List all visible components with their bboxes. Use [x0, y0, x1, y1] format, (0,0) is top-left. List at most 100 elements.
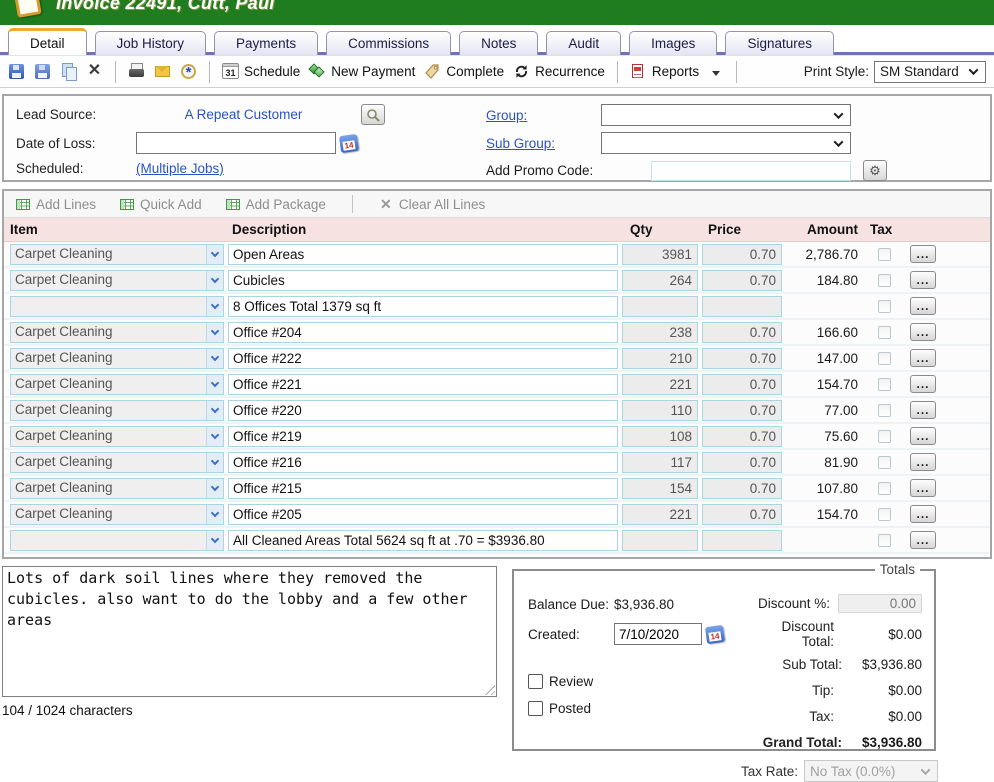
- tax-checkbox[interactable]: [878, 300, 891, 313]
- description-input[interactable]: [228, 244, 618, 265]
- qty-input[interactable]: [622, 374, 698, 395]
- description-input[interactable]: [228, 452, 618, 473]
- price-input[interactable]: [702, 478, 782, 499]
- item-select[interactable]: Carpet Cleaning: [10, 244, 224, 265]
- tab-signatures[interactable]: Signatures: [725, 31, 834, 55]
- tab-job-history[interactable]: Job History: [95, 31, 207, 55]
- row-options-button[interactable]: ...: [910, 297, 936, 315]
- qty-input[interactable]: [622, 478, 698, 499]
- row-options-button[interactable]: ...: [910, 375, 936, 393]
- invoice-notes-textarea[interactable]: Lots of dark soil lines where they remov…: [2, 566, 497, 697]
- description-input[interactable]: [228, 270, 618, 291]
- tab-notes[interactable]: Notes: [459, 31, 538, 55]
- lead-source-link[interactable]: A Repeat Customer: [136, 107, 351, 122]
- price-input[interactable]: [702, 400, 782, 421]
- qty-input[interactable]: [622, 452, 698, 473]
- tab-payments[interactable]: Payments: [214, 31, 318, 55]
- recurrence-button[interactable]: Recurrence: [513, 63, 605, 80]
- date-of-loss-calendar-icon[interactable]: 14: [340, 135, 358, 152]
- tab-commissions[interactable]: Commissions: [326, 31, 451, 55]
- item-select[interactable]: Carpet Cleaning: [10, 322, 224, 343]
- qty-input[interactable]: [622, 530, 698, 551]
- price-input[interactable]: [702, 452, 782, 473]
- tab-images[interactable]: Images: [629, 31, 717, 55]
- row-options-button[interactable]: ...: [910, 479, 936, 497]
- copy-icon[interactable]: [60, 63, 77, 80]
- description-input[interactable]: [228, 374, 618, 395]
- description-input[interactable]: [228, 322, 618, 343]
- email-icon[interactable]: [154, 63, 171, 80]
- qty-input[interactable]: [622, 426, 698, 447]
- save-icon[interactable]: [8, 63, 25, 80]
- qty-input[interactable]: [622, 270, 698, 291]
- reports-dropdown-arrow[interactable]: [708, 62, 724, 81]
- price-input[interactable]: [702, 270, 782, 291]
- tax-checkbox[interactable]: [878, 430, 891, 443]
- row-options-button[interactable]: ...: [910, 531, 936, 549]
- qty-input[interactable]: [622, 400, 698, 421]
- tax-checkbox[interactable]: [878, 326, 891, 339]
- price-input[interactable]: [702, 296, 782, 317]
- delete-icon[interactable]: ✕: [86, 63, 103, 80]
- row-options-button[interactable]: ...: [910, 505, 936, 523]
- item-select[interactable]: Carpet Cleaning: [10, 478, 224, 499]
- item-select[interactable]: Carpet Cleaning: [10, 452, 224, 473]
- schedule-button[interactable]: 31 Schedule: [222, 63, 300, 80]
- tax-rate-select[interactable]: No Tax (0.0%): [804, 760, 938, 782]
- row-options-button[interactable]: ...: [910, 453, 936, 471]
- web-icon[interactable]: [180, 63, 197, 80]
- review-checkbox[interactable]: [528, 674, 543, 689]
- row-options-button[interactable]: ...: [910, 349, 936, 367]
- price-input[interactable]: [702, 322, 782, 343]
- tax-checkbox[interactable]: [878, 378, 891, 391]
- tax-checkbox[interactable]: [878, 352, 891, 365]
- add-lines-button[interactable]: Add Lines: [16, 197, 96, 212]
- item-select[interactable]: [10, 530, 224, 551]
- description-input[interactable]: [228, 426, 618, 447]
- tab-detail[interactable]: Detail: [8, 28, 87, 55]
- row-options-button[interactable]: ...: [910, 401, 936, 419]
- date-of-loss-input[interactable]: [136, 132, 336, 154]
- complete-button[interactable]: Complete: [424, 63, 504, 80]
- item-select[interactable]: Carpet Cleaning: [10, 504, 224, 525]
- tax-checkbox[interactable]: [878, 534, 891, 547]
- sub-group-link[interactable]: Sub Group:: [486, 136, 601, 151]
- tax-checkbox[interactable]: [878, 274, 891, 287]
- print-style-select[interactable]: SM Standard: [874, 61, 986, 83]
- tax-checkbox[interactable]: [878, 508, 891, 521]
- qty-input[interactable]: [622, 244, 698, 265]
- item-select[interactable]: Carpet Cleaning: [10, 270, 224, 291]
- price-input[interactable]: [702, 426, 782, 447]
- description-input[interactable]: [228, 530, 618, 551]
- new-payment-button[interactable]: New Payment: [309, 63, 415, 80]
- item-select[interactable]: Carpet Cleaning: [10, 348, 224, 369]
- price-input[interactable]: [702, 530, 782, 551]
- promo-gear-button[interactable]: ⚙: [863, 160, 887, 181]
- group-select[interactable]: [601, 104, 851, 126]
- price-input[interactable]: [702, 348, 782, 369]
- reports-button[interactable]: Reports: [630, 63, 699, 80]
- description-input[interactable]: [228, 348, 618, 369]
- price-input[interactable]: [702, 374, 782, 395]
- clear-all-lines-button[interactable]: ✕ Clear All Lines: [379, 197, 485, 212]
- item-select[interactable]: Carpet Cleaning: [10, 374, 224, 395]
- item-select[interactable]: Carpet Cleaning: [10, 426, 224, 447]
- qty-input[interactable]: [622, 504, 698, 525]
- scheduled-jobs-link[interactable]: (Multiple Jobs): [136, 161, 224, 176]
- qty-input[interactable]: [622, 322, 698, 343]
- add-package-button[interactable]: Add Package: [226, 197, 326, 212]
- qty-input[interactable]: [622, 348, 698, 369]
- qty-input[interactable]: [622, 296, 698, 317]
- created-calendar-icon[interactable]: 14: [706, 626, 724, 643]
- tax-checkbox[interactable]: [878, 404, 891, 417]
- price-input[interactable]: [702, 244, 782, 265]
- sub-group-select[interactable]: [601, 132, 851, 154]
- price-input[interactable]: [702, 504, 782, 525]
- row-options-button[interactable]: ...: [910, 427, 936, 445]
- lead-source-search-button[interactable]: [361, 104, 385, 125]
- row-options-button[interactable]: ...: [910, 245, 936, 263]
- row-options-button[interactable]: ...: [910, 271, 936, 289]
- description-input[interactable]: [228, 478, 618, 499]
- description-input[interactable]: [228, 504, 618, 525]
- save-as-icon[interactable]: [34, 63, 51, 80]
